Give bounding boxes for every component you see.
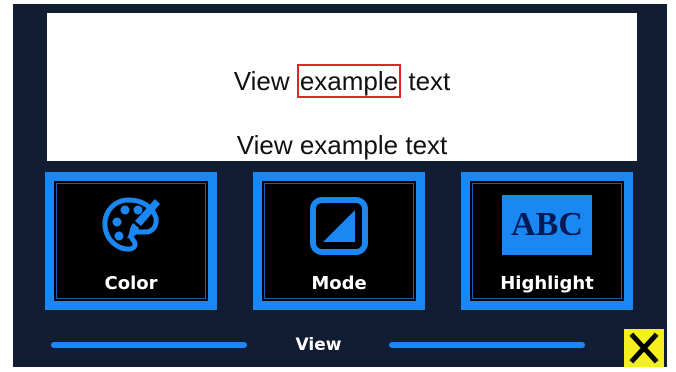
highlight-button[interactable]: ABC Highlight	[461, 172, 633, 310]
magnifier-panel: View example text View example text Colo…	[13, 4, 667, 367]
preview-text-before: View	[233, 66, 297, 96]
abc-highlight-icon: ABC	[502, 195, 592, 255]
highlighted-word: example	[296, 64, 402, 98]
preview-text-after: text	[401, 66, 451, 96]
close-icon	[629, 332, 659, 364]
color-button-face: Color	[54, 181, 208, 301]
view-slider-right-bar[interactable]	[389, 342, 585, 348]
contrast-mode-icon	[308, 195, 370, 262]
palette-icon	[100, 195, 162, 262]
text-preview: View example text View example text	[47, 13, 637, 161]
highlight-button-face: ABC Highlight	[470, 181, 624, 301]
preview-line-highlighted: View example text	[47, 64, 637, 98]
mode-button-face: Mode	[262, 181, 416, 301]
view-label: View	[295, 335, 342, 355]
view-slider-left-bar[interactable]	[51, 342, 247, 348]
preview-line-plain: View example text	[236, 130, 448, 160]
abc-highlight-icon-text: ABC	[502, 195, 592, 255]
highlight-button-label: Highlight	[500, 273, 594, 294]
color-button-label: Color	[104, 273, 158, 294]
color-button[interactable]: Color	[45, 172, 217, 310]
mode-button[interactable]: Mode	[253, 172, 425, 310]
mode-button-label: Mode	[311, 273, 367, 294]
close-button[interactable]	[624, 329, 664, 367]
